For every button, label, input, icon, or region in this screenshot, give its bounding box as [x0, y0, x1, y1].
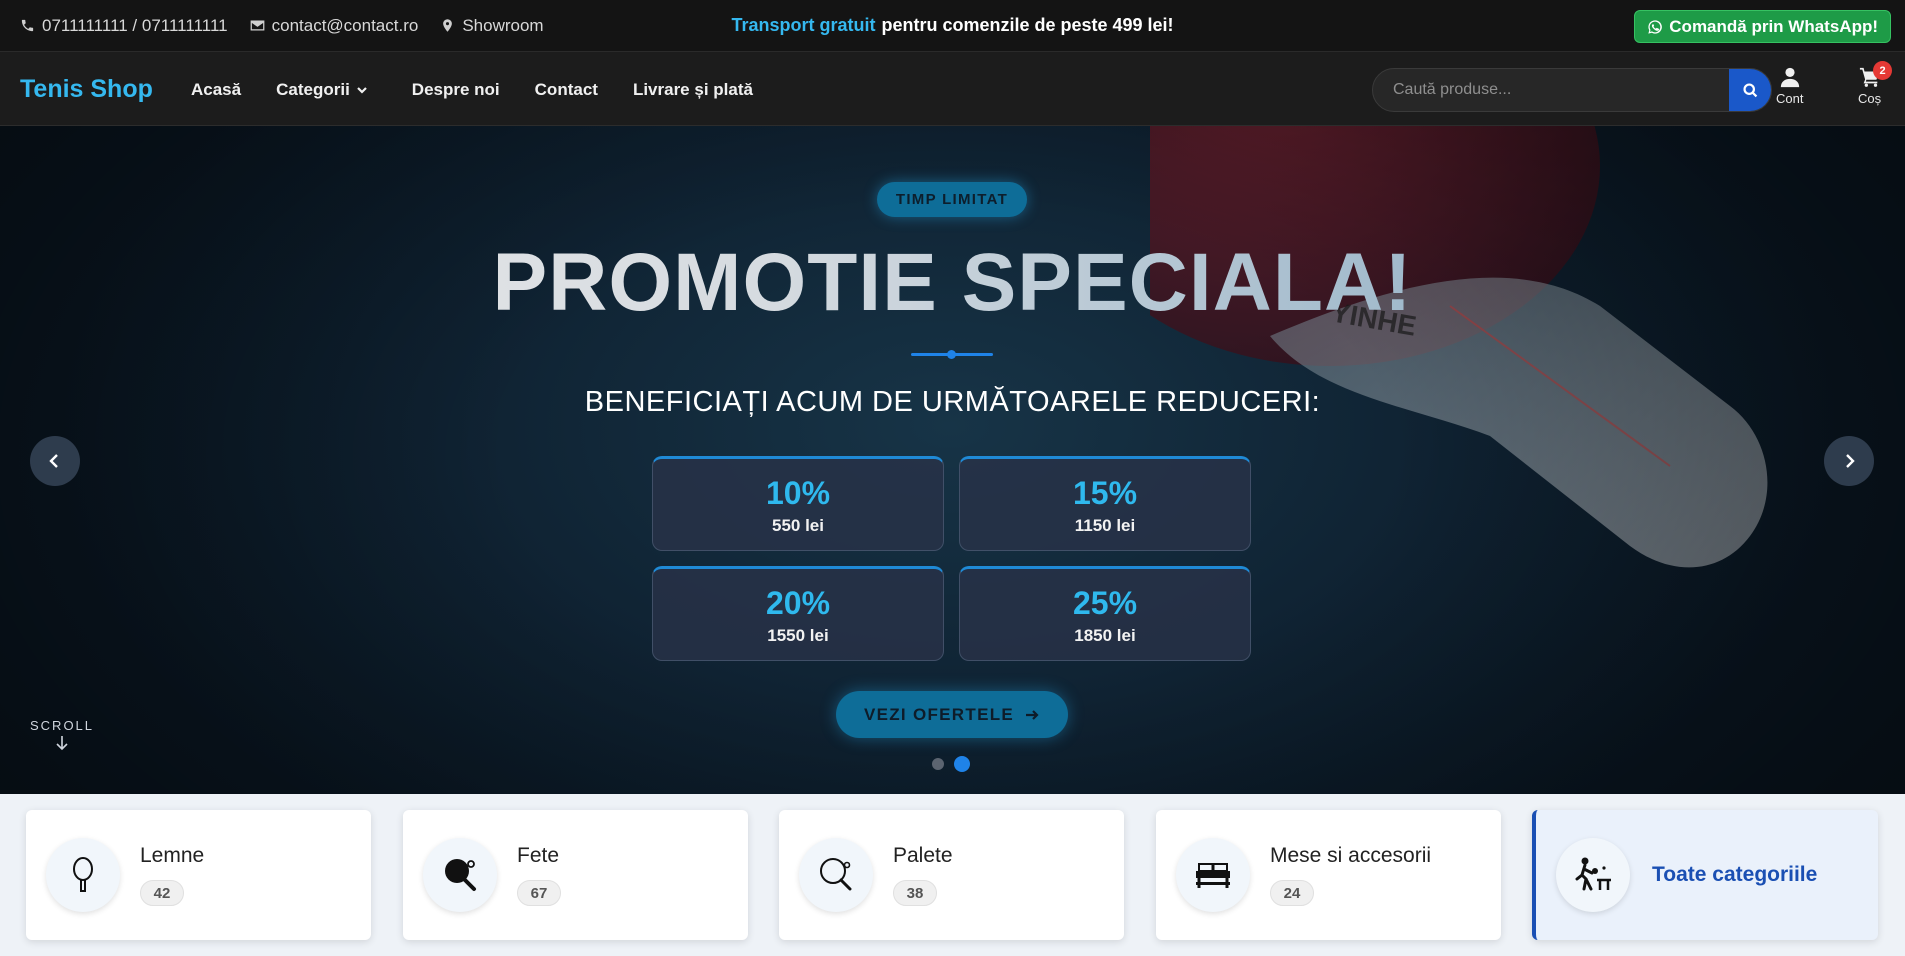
hero-title: PROMOTIE SPECIALA! [0, 236, 1905, 330]
site-logo[interactable]: Tenis Shop [20, 75, 153, 104]
category-card-mese[interactable]: Mese si accesorii 24 [1156, 810, 1501, 940]
category-count: 67 [517, 880, 561, 906]
discount-card: 25% 1850 lei [959, 566, 1251, 661]
discount-card: 10% 550 lei [652, 456, 944, 551]
promo-highlight: Transport gratuit [731, 15, 876, 35]
contact-info: 0711111111 / 0711111111 contact@contact.… [20, 0, 544, 51]
category-count: 38 [893, 880, 937, 906]
slide-dot-2[interactable] [954, 756, 970, 772]
nav-item-about[interactable]: Despre noi [412, 80, 500, 100]
showroom-text: Showroom [462, 15, 544, 35]
arrow-right-icon [1026, 709, 1039, 720]
chevron-down-icon [357, 86, 367, 94]
paddle-blade-icon [73, 857, 93, 892]
category-card-palete[interactable]: Palete 38 [779, 810, 1124, 940]
category-count: 24 [1270, 880, 1314, 906]
discount-card: 15% 1150 lei [959, 456, 1251, 551]
discount-card: 20% 1550 lei [652, 566, 944, 661]
main-nav: Acasă Categorii Despre noi Contact Livra… [191, 52, 788, 127]
whatsapp-order-button[interactable]: Comandă prin WhatsApp! [1634, 10, 1891, 43]
discount-percent: 20% [765, 585, 831, 621]
nav-item-delivery[interactable]: Livrare și plată [633, 80, 753, 100]
discount-threshold: 1150 lei [1074, 516, 1136, 535]
paddle-rubber-icon [445, 859, 476, 891]
search-button[interactable] [1729, 69, 1771, 111]
showroom-link[interactable]: Showroom [440, 15, 544, 36]
cart-button[interactable]: Coș 2 [1858, 61, 1892, 106]
scroll-label: SCROLL [30, 718, 95, 733]
hero-slider: YINHE TIMP LIMITAT PROMOTIE SPECIALA! BE… [0, 126, 1905, 794]
divider-dot [947, 350, 956, 359]
promo-text: pentru comenzile de peste 499 lei! [881, 15, 1174, 35]
discount-threshold: 1550 lei [767, 626, 829, 645]
email-text: contact@contact.ro [271, 15, 419, 35]
nav-item-categories[interactable]: Categorii [276, 80, 368, 100]
search-input[interactable] [1373, 69, 1713, 111]
main-header: Tenis Shop Acasă Categorii Despre noi Co… [0, 51, 1905, 126]
phone-icon [21, 19, 34, 32]
whatsapp-label: Comandă prin WhatsApp! [1669, 16, 1878, 36]
category-icon-wrap [799, 838, 873, 912]
user-icon [1780, 67, 1799, 88]
chevron-left-icon [49, 454, 58, 468]
chevron-right-icon [1846, 454, 1855, 468]
all-categories-label: Toate categoriile [1652, 863, 1818, 886]
slide-dot-1[interactable] [932, 758, 944, 770]
scroll-indicator[interactable]: SCROLL [30, 718, 94, 751]
whatsapp-icon [1648, 19, 1663, 34]
category-icon-wrap [46, 838, 120, 912]
table-icon [1196, 863, 1230, 888]
account-button[interactable]: Cont [1776, 66, 1803, 106]
category-card-lemne[interactable]: Lemne 42 [26, 810, 371, 940]
phone-contact[interactable]: 0711111111 / 0711111111 [20, 16, 228, 36]
envelope-icon [250, 20, 264, 31]
map-pin-icon [443, 19, 453, 32]
view-offers-button[interactable]: VEZI OFERTELE [836, 691, 1068, 738]
account-label: Cont [1776, 91, 1804, 106]
nav-item-contact[interactable]: Contact [535, 80, 598, 100]
category-icon-wrap [1556, 838, 1630, 912]
cart-count-badge: 2 [1873, 61, 1892, 80]
category-name: Fete [517, 844, 560, 867]
all-categories-card[interactable]: Toate categoriile [1532, 810, 1878, 940]
cart-label: Coș [1858, 91, 1882, 106]
limited-time-badge: TIMP LIMITAT [877, 182, 1027, 217]
slider-next-button[interactable] [1824, 436, 1874, 486]
category-icon-wrap [1176, 838, 1250, 912]
discount-percent: 10% [765, 475, 831, 511]
paddle-icon [820, 858, 852, 891]
phone-text: 0711111111 / 0711111111 [42, 15, 228, 35]
category-card-fete[interactable]: Fete 67 [403, 810, 748, 940]
discount-percent: 15% [1072, 475, 1138, 511]
category-name: Palete [893, 844, 953, 867]
view-offers-label: VEZI OFERTELE [863, 704, 1015, 724]
category-icon-wrap [423, 838, 497, 912]
title-divider [911, 350, 993, 359]
email-contact[interactable]: contact@contact.ro [250, 15, 419, 36]
search-bar [1372, 68, 1772, 112]
slider-pagination [932, 756, 970, 772]
hero-subtitle: BENEFICIAȚI ACUM DE URMĂTOARELE REDUCERI… [584, 386, 1321, 418]
discount-threshold: 550 lei [772, 516, 824, 535]
arrow-down-icon [56, 736, 68, 751]
search-icon [1742, 82, 1757, 97]
table-tennis-player-icon [1575, 857, 1611, 891]
top-bar: 0711111111 / 0711111111 contact@contact.… [0, 0, 1905, 51]
category-strip: Lemne 42 Fete 67 Palete 38 Mese si acces… [0, 794, 1905, 956]
nav-item-home[interactable]: Acasă [191, 80, 241, 100]
discount-percent: 25% [1072, 585, 1138, 621]
category-name: Mese si accesorii [1270, 844, 1432, 867]
discount-threshold: 1850 lei [1074, 626, 1136, 645]
slider-prev-button[interactable] [30, 436, 80, 486]
category-count: 42 [140, 880, 184, 906]
category-name: Lemne [140, 844, 205, 867]
